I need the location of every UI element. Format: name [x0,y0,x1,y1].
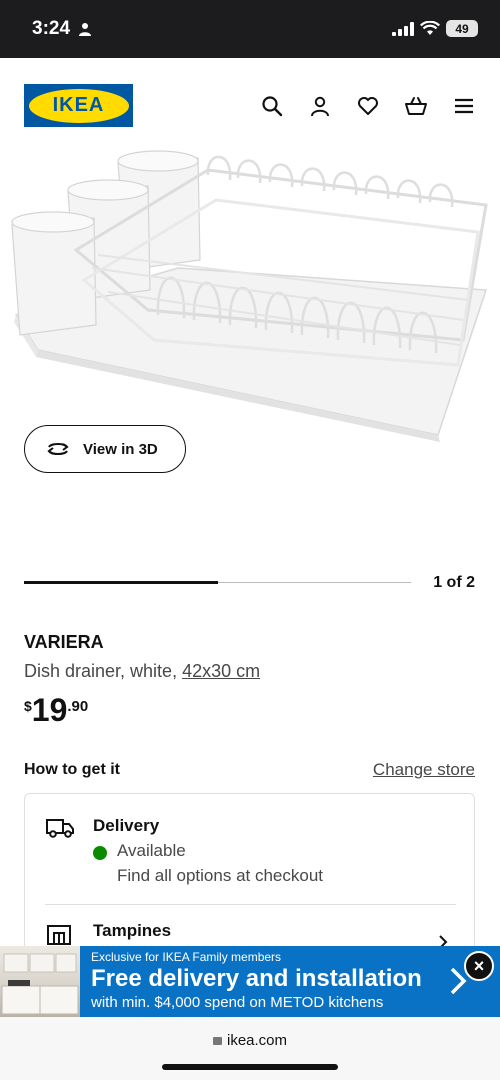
lock-icon [212,1037,222,1045]
banner-headline: Free delivery and installation [91,965,422,992]
kitchen-thumbnail [0,946,80,1017]
ikea-logo[interactable]: IKEA [24,84,133,127]
home-indicator[interactable] [162,1064,338,1070]
search-icon[interactable] [260,94,284,118]
header-actions [260,94,476,118]
battery-indicator: 49 [446,20,478,37]
store-name[interactable]: Tampines [93,921,171,941]
product-name: VARIERA [24,632,104,652]
product-image[interactable] [8,150,492,450]
promo-banner[interactable]: Exclusive for IKEA Family members Free d… [0,946,500,1017]
product-size-link[interactable]: 42x30 cm [182,661,260,681]
gallery-page-count: 1 of 2 [433,574,475,591]
banner-eyebrow: Exclusive for IKEA Family members [91,950,282,964]
account-icon[interactable] [308,94,332,118]
delivery-truck-icon [46,819,74,838]
logo-ellipse: IKEA [28,88,129,123]
divider [45,904,456,905]
product-page: 3:24 49 IKEA View in 3D 1 of 2 VARIERA D… [0,0,500,1080]
product-description-text: Dish drainer, white, [24,661,183,681]
delivery-availability: Available [117,841,186,860]
person-icon [79,23,91,36]
kitchen-image [1,953,79,1015]
product-price: $ 19 .90 [24,692,88,728]
url-display[interactable]: ikea.com [0,1032,500,1049]
status-bar: 3:24 49 [0,0,500,58]
how-to-get-it-title: How to get it [24,761,120,778]
logo-text: IKEA [52,94,105,116]
close-banner-button[interactable]: × [464,951,494,981]
delivery-title: Delivery [93,816,160,835]
url-text: ikea.com [226,1032,288,1049]
price-integer: 19 [31,692,68,728]
signal-icon [392,21,414,36]
price-decimal: .90 [67,698,89,715]
gallery-progress-fill [24,581,218,584]
availability-status-dot [93,846,107,860]
banner-subline: with min. $4,000 spend on METOD kitchens [91,994,384,1011]
price-currency: $ [24,698,32,714]
change-store-link[interactable]: Change store [373,760,475,780]
shopping-bag-icon[interactable] [404,94,428,118]
delivery-options-note: Find all options at checkout [117,866,324,885]
hamburger-menu-icon[interactable] [452,94,476,118]
status-indicators: 49 [392,20,478,37]
favourites-heart-icon[interactable] [356,94,380,118]
view-in-3d-button[interactable]: View in 3D [24,425,186,473]
view-in-3d-label: View in 3D [83,440,158,458]
product-description: Dish drainer, white, 42x30 cm [24,661,260,682]
wifi-icon [420,21,440,35]
rotate-3d-icon [47,443,69,455]
status-time: 3:24 [32,18,71,39]
browser-url-bar[interactable]: ikea.com [0,1017,500,1080]
site-header: IKEA [0,58,500,154]
store-icon [47,925,71,945]
